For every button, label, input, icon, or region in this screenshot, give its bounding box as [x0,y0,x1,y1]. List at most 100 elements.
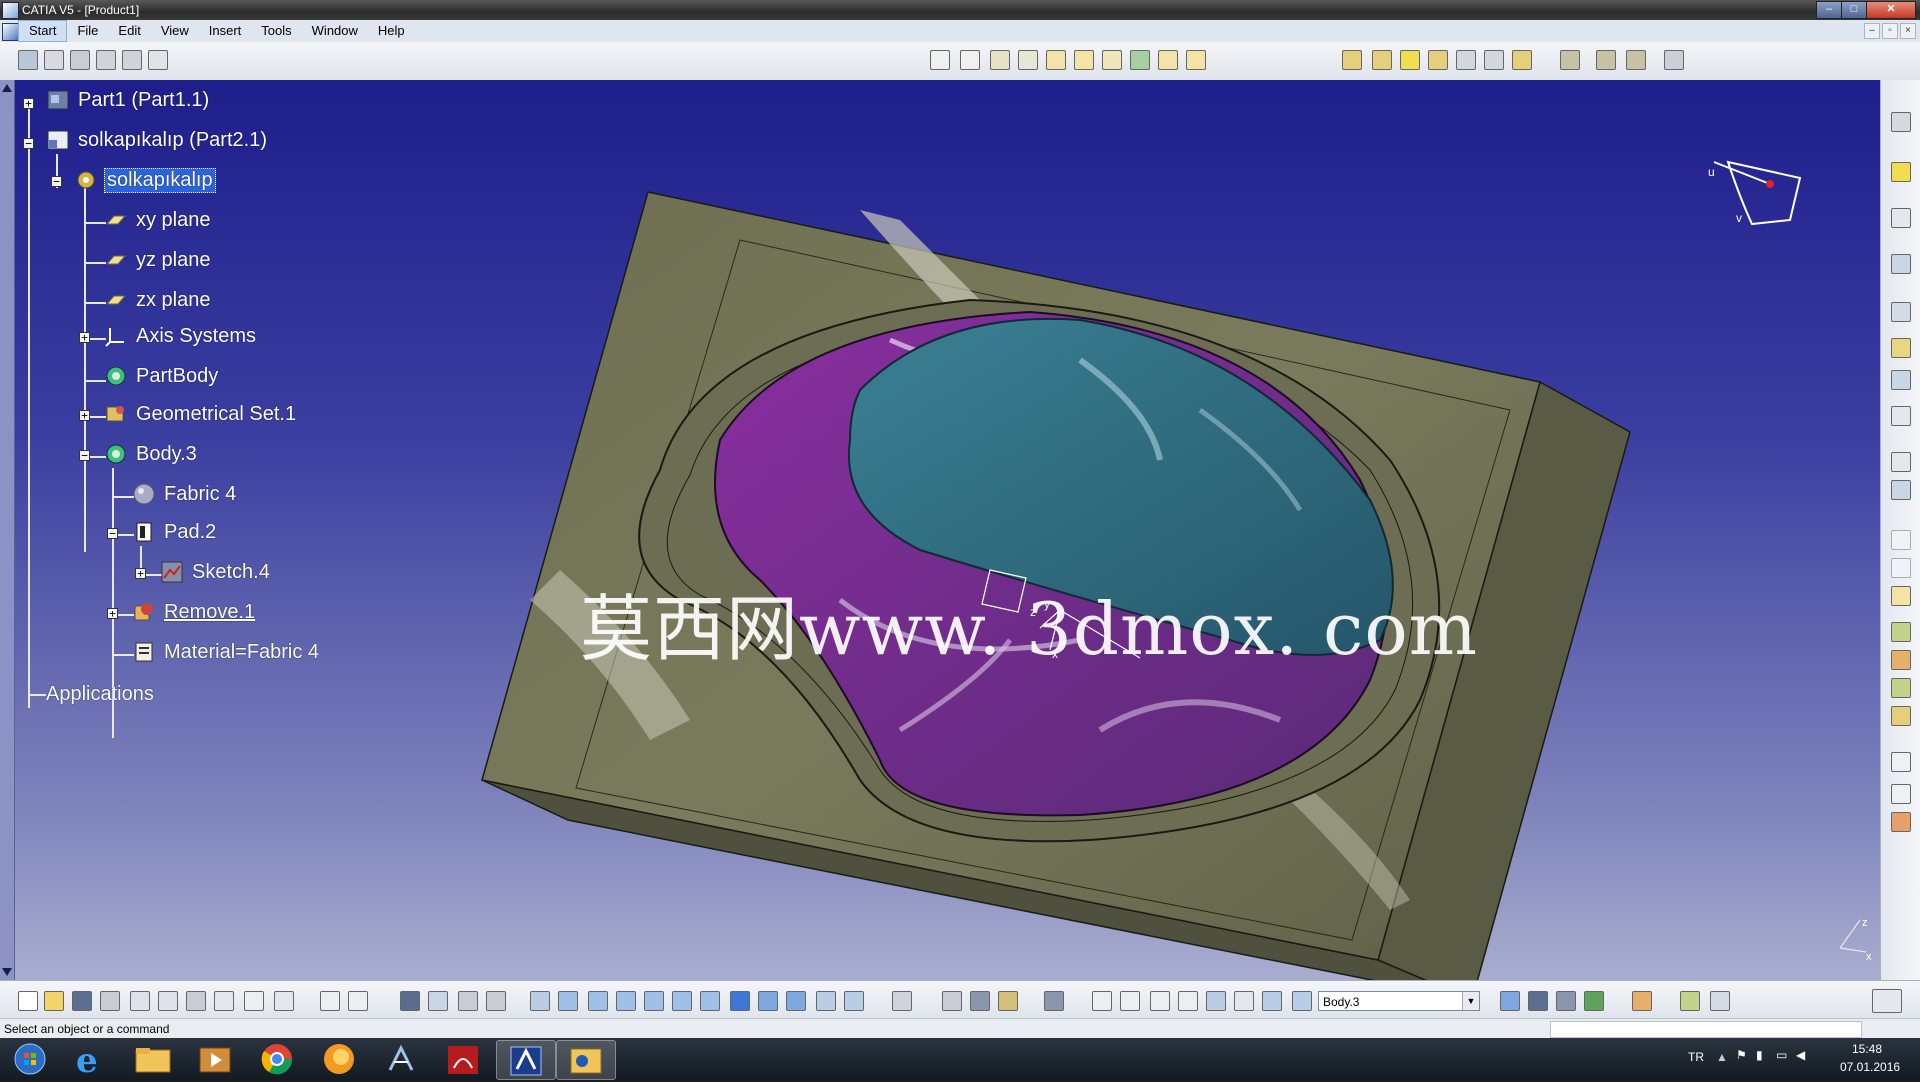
paste-icon[interactable] [186,991,206,1011]
render-style-icon[interactable] [1528,991,1548,1011]
existing-component-icon[interactable] [122,50,142,70]
multi-view-icon[interactable] [730,991,750,1011]
minimize-button[interactable]: – [1816,1,1842,19]
replace-component-icon[interactable] [148,50,168,70]
hole-tool-icon[interactable] [1018,50,1038,70]
thread-tool-icon[interactable] [1484,50,1504,70]
fly-mode-icon[interactable] [530,991,550,1011]
pocket-tool-icon[interactable] [960,50,980,70]
measure-inertia-icon[interactable] [998,991,1018,1011]
menu-tools[interactable]: Tools [251,20,301,42]
sketcher-icon[interactable] [1891,208,1911,228]
removed-loft-icon[interactable] [1186,50,1206,70]
thick-surface-icon[interactable] [1891,650,1911,670]
annotation-text-icon[interactable] [1891,752,1911,772]
rule-icon[interactable] [458,991,478,1011]
tree-node-partbody[interactable]: PartBody [104,362,220,390]
transformation-icon[interactable] [1891,338,1911,358]
pan-icon[interactable] [588,991,608,1011]
tree-node-axis-systems[interactable]: Axis Systems [104,322,258,350]
boolean-add-icon[interactable] [1596,50,1616,70]
expand-sketch4-button[interactable]: + [135,568,146,579]
redo-icon[interactable] [244,991,264,1011]
reference-element-icon[interactable] [1891,254,1911,274]
command-input[interactable] [1550,1021,1862,1038]
swap-visible-icon[interactable] [844,991,864,1011]
line-icon[interactable] [1891,558,1911,578]
select-arrow-icon[interactable] [1891,162,1911,182]
new-file-icon[interactable] [18,991,38,1011]
measure-item-icon[interactable] [970,991,990,1011]
point-icon[interactable] [1891,530,1911,550]
define-in-work-object-icon[interactable] [1292,991,1312,1011]
menu-file[interactable]: File [67,20,108,42]
pad-tool-icon[interactable] [930,50,950,70]
collapse-solkapikalip-button[interactable]: − [51,176,62,187]
hybrid-shape-icon[interactable] [1680,991,1700,1011]
print-icon[interactable] [100,991,120,1011]
compass-widget[interactable]: u v [1708,160,1802,226]
check-icon[interactable] [486,991,506,1011]
update-icon[interactable] [892,991,912,1011]
layer-icon[interactable] [1584,991,1604,1011]
menu-view[interactable]: View [151,20,199,42]
capture-icon[interactable] [1044,991,1064,1011]
outlook-icon[interactable] [556,1040,616,1080]
catia-compass-app-icon[interactable] [372,1040,430,1078]
sew-surface-icon[interactable] [1891,706,1911,726]
media-player-icon[interactable] [186,1040,244,1078]
menu-insert[interactable]: Insert [199,20,252,42]
volume-icon[interactable]: ◀ [1796,1048,1805,1062]
curvature-icon[interactable] [1234,991,1254,1011]
tree-node-zx-plane[interactable]: zx plane [104,286,213,314]
catalog-browser-icon[interactable] [1500,991,1520,1011]
tree-node-geometrical-set[interactable]: Geometrical Set.1 [104,400,298,428]
formula-icon[interactable] [320,991,340,1011]
chevron-down-icon[interactable]: ▼ [1462,992,1479,1010]
iso-view-icon[interactable] [758,991,778,1011]
cut-icon[interactable] [130,991,150,1011]
doc-close-button[interactable]: × [1900,23,1916,39]
collapse-part2-button[interactable]: − [23,138,34,149]
zoom-in-icon[interactable] [644,991,664,1011]
3d-annotation-icon[interactable] [1710,991,1730,1011]
tree-node-pad2[interactable]: Pad.2 [132,518,218,546]
catia-v5-taskbar-icon[interactable] [496,1040,556,1080]
new-product-icon[interactable] [70,50,90,70]
action-center-flag-icon[interactable]: ⚑ [1736,1048,1747,1062]
close-surface-icon[interactable] [1891,678,1911,698]
menu-window[interactable]: Window [302,20,368,42]
new-component-icon[interactable] [44,50,64,70]
split-icon[interactable] [1891,622,1911,642]
network-icon[interactable]: ▭ [1776,1048,1787,1062]
settings-gear-icon[interactable] [1891,112,1911,132]
menu-start[interactable]: Start [18,20,68,42]
knowledge-icon[interactable] [428,991,448,1011]
thickness-tool-icon[interactable] [1456,50,1476,70]
tree-node-xy-plane[interactable]: xy plane [104,206,213,234]
current-body-select[interactable]: Body.3 ▼ [1318,991,1480,1011]
analysis-icon[interactable] [1891,452,1911,472]
normal-view-icon[interactable] [700,991,720,1011]
product-tools-icon[interactable] [18,50,38,70]
comment-icon[interactable] [348,991,368,1011]
tree-node-material[interactable]: Material=Fabric 4 [132,638,321,666]
expand-axis-systems-button[interactable]: + [79,332,90,343]
tree-node-solkapikalip[interactable]: solkapıkalıp [74,166,216,194]
expand-geometrical-set-button[interactable]: + [79,410,90,421]
shaft-tool-icon[interactable] [990,50,1010,70]
tree-node-yz-plane[interactable]: yz plane [104,246,213,274]
measure-between-icon[interactable] [942,991,962,1011]
expand-part1-button[interactable]: + [23,98,34,109]
internet-explorer-icon[interactable]: e [62,1040,120,1081]
start-orb-icon[interactable] [4,1040,62,1078]
3d-viewport[interactable]: z y x u v z x + − − + + − − + + Part1 (P… [0,80,1880,980]
adobe-reader-icon[interactable] [434,1040,492,1078]
undo-icon[interactable] [214,991,234,1011]
boolean-assemble-icon[interactable] [1560,50,1580,70]
tree-node-remove1[interactable]: Remove.1 [132,598,257,626]
expand-remove1-button[interactable]: + [107,608,118,619]
maximize-button[interactable]: □ [1841,1,1867,19]
power-icon[interactable]: ▮ [1756,1048,1763,1062]
menu-help[interactable]: Help [368,20,415,42]
